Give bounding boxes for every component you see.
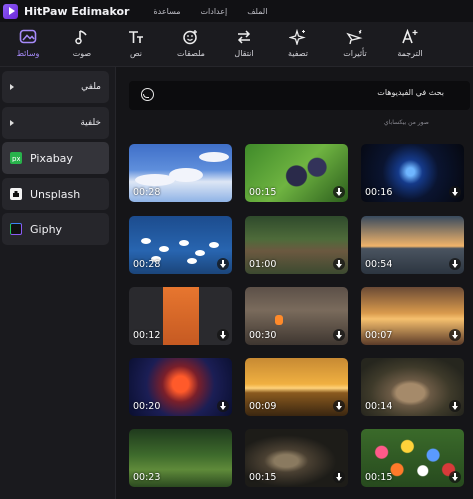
music-note-icon (75, 26, 89, 48)
video-thumbnail[interactable]: 00:16 (361, 144, 464, 202)
download-icon[interactable] (449, 258, 461, 270)
tool-text[interactable]: نص (108, 26, 164, 64)
tool-effects-label: تأثيرات (343, 49, 367, 58)
video-duration: 00:12 (133, 330, 161, 341)
video-duration: 00:07 (365, 330, 393, 341)
sidebar-item-background[interactable]: خلفية (2, 107, 109, 139)
sidebar-item-label: Giphy (30, 222, 63, 236)
download-icon[interactable] (333, 258, 345, 270)
download-icon[interactable] (449, 400, 461, 412)
video-duration: 00:15 (249, 472, 277, 483)
media-icon (19, 26, 37, 48)
download-icon[interactable] (217, 329, 229, 341)
tool-text-label: نص (129, 49, 143, 58)
video-duration: 00:30 (249, 330, 277, 341)
video-thumbnail[interactable]: 00:23 (129, 429, 232, 487)
video-duration: 00:54 (365, 259, 393, 270)
video-duration: 01:00 (249, 259, 277, 270)
sidebar-item-giphy[interactable]: Giphy (2, 213, 109, 245)
giphy-icon (10, 223, 22, 235)
tool-audio-label: صوت (72, 49, 92, 58)
video-thumbnail[interactable]: 00:12 (129, 287, 232, 345)
menu-settings[interactable]: إعدادات (201, 7, 228, 16)
svg-text:px: px (12, 155, 20, 162)
tool-media[interactable]: وسائط (0, 26, 56, 69)
pixabay-icon: px (10, 152, 22, 164)
video-thumbnail[interactable]: 00:30 (245, 287, 348, 345)
sidebar-item-label: ملفي (81, 82, 101, 92)
video-duration: 00:15 (249, 187, 277, 198)
title-bar: HitPaw Edimakor الملف إعدادات مساعدة (0, 0, 473, 22)
video-duration: 00:28 (133, 187, 161, 198)
download-icon[interactable] (333, 471, 345, 483)
tool-transition[interactable]: انتقال (216, 26, 272, 64)
download-icon[interactable] (217, 258, 229, 270)
text-icon (127, 26, 145, 48)
sidebar-item-pixabay[interactable]: px Pixabay (2, 142, 109, 174)
chevron-right-icon (10, 84, 14, 90)
download-icon[interactable] (217, 400, 229, 412)
source-credit: صور من بيكساباي (384, 119, 429, 126)
download-icon[interactable] (333, 186, 345, 198)
video-duration: 00:15 (365, 472, 393, 483)
app-logo-icon (3, 3, 18, 19)
video-thumbnail[interactable]: 00:15 (245, 429, 348, 487)
video-thumbnail[interactable]: 00:07 (361, 287, 464, 345)
video-duration: 00:14 (365, 401, 393, 412)
translate-text-icon (401, 26, 419, 48)
search-input[interactable] (244, 88, 444, 97)
sidebar-item-unsplash[interactable]: Unsplash (2, 178, 109, 210)
sidebar-item-label: خلفية (80, 118, 101, 128)
tool-effects[interactable]: تأثيرات (327, 26, 383, 64)
video-thumbnail[interactable]: 00:15 (245, 144, 348, 202)
video-thumbnail[interactable]: 00:20 (129, 358, 232, 416)
chevron-right-icon (10, 120, 14, 126)
tool-media-label: وسائط (16, 49, 40, 58)
download-icon[interactable] (333, 400, 345, 412)
download-icon[interactable] (449, 471, 461, 483)
video-duration: 00:28 (133, 259, 161, 270)
menu-help[interactable]: مساعدة (153, 7, 180, 16)
video-thumbnail[interactable]: 01:00 (245, 216, 348, 274)
sparkle-icon (289, 26, 307, 48)
tool-filter[interactable]: تصفية (270, 26, 326, 64)
sidebar-item-my-files[interactable]: ملفي (2, 71, 109, 103)
source-sidebar: ملفي خلفية px Pixabay Unsplash Giphy (0, 67, 116, 499)
menu-bar: الملف إعدادات مساعدة (153, 7, 267, 16)
sidebar-item-label: Unsplash (30, 187, 81, 201)
video-thumbnail[interactable]: 00:28 (129, 216, 232, 274)
effects-icon (346, 26, 364, 48)
tool-audio[interactable]: صوت (54, 26, 110, 64)
tool-stickers-label: ملصقات (177, 49, 205, 58)
tool-transition-label: انتقال (234, 49, 254, 58)
menu-file[interactable]: الملف (247, 7, 267, 16)
video-search-bar[interactable] (129, 81, 470, 110)
transition-arrows-icon (235, 26, 253, 48)
tool-translate[interactable]: الترجمة (382, 26, 438, 64)
tool-translate-label: الترجمة (397, 49, 423, 58)
video-thumbnail[interactable]: 00:54 (361, 216, 464, 274)
download-icon[interactable] (449, 329, 461, 341)
tool-stickers[interactable]: ملصقات (163, 26, 219, 64)
sidebar-item-label: Pixabay (30, 151, 73, 165)
main-toolbar: وسائط صوت نص ملصقات انتقال تصفية تأثيرات… (0, 22, 473, 69)
video-duration: 00:23 (133, 472, 161, 483)
video-thumbnail[interactable]: 00:09 (245, 358, 348, 416)
search-icon[interactable] (141, 88, 154, 101)
video-thumbnail[interactable]: 00:28 (129, 144, 232, 202)
tool-filter-label: تصفية (288, 49, 308, 58)
video-thumbnail[interactable]: 00:15 (361, 429, 464, 487)
sticker-icon (182, 26, 200, 48)
app-title: HitPaw Edimakor (24, 4, 130, 18)
unsplash-icon (10, 188, 22, 200)
video-thumbnail[interactable]: 00:14 (361, 358, 464, 416)
video-duration: 00:09 (249, 401, 277, 412)
video-duration: 00:20 (133, 401, 161, 412)
download-icon[interactable] (449, 186, 461, 198)
video-duration: 00:16 (365, 187, 393, 198)
download-icon[interactable] (333, 329, 345, 341)
